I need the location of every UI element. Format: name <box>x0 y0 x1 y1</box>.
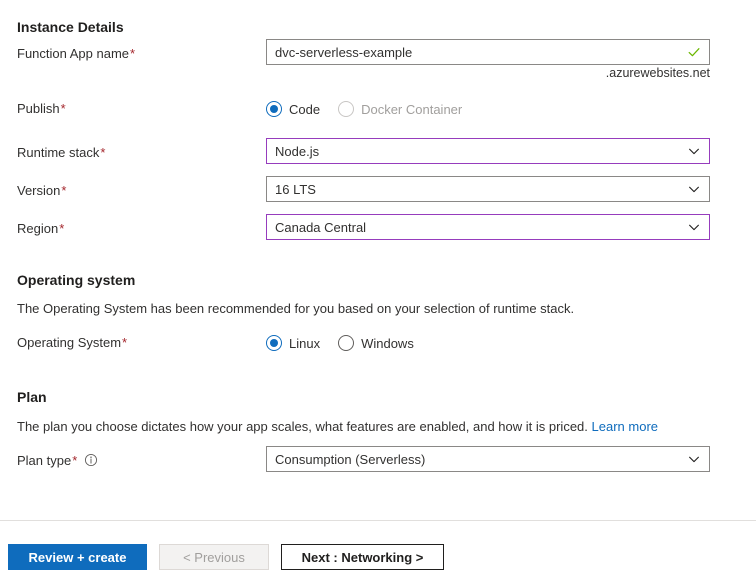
review-create-button[interactable]: Review + create <box>8 544 147 570</box>
row-runtime-stack: Runtime stack* Node.js <box>0 138 756 168</box>
operating-system-radio-group: Linux Windows <box>266 328 432 358</box>
row-plan-type: Plan type* Consumption (Serverless) <box>0 446 756 476</box>
runtime-stack-value: Node.js <box>275 143 320 159</box>
plan-type-dropdown[interactable]: Consumption (Serverless) <box>266 446 710 472</box>
label-version: Version* <box>17 176 66 206</box>
region-dropdown[interactable]: Canada Central <box>266 214 710 240</box>
chevron-down-icon <box>689 186 699 193</box>
runtime-stack-dropdown[interactable]: Node.js <box>266 138 710 164</box>
label-operating-system-text: Operating System <box>17 335 122 350</box>
radio-publish-code[interactable]: Code <box>266 101 320 117</box>
radio-button-windows[interactable] <box>338 335 355 351</box>
label-publish: Publish* <box>17 94 66 124</box>
radio-publish-docker-container: Docker Container <box>338 101 462 117</box>
radio-label-windows: Windows <box>361 335 414 351</box>
operating-system-description: The Operating System has been recommende… <box>17 301 575 316</box>
required-marker: * <box>60 101 66 116</box>
label-runtime-stack: Runtime stack* <box>17 138 105 168</box>
label-plan-type-text: Plan type <box>17 453 72 468</box>
radio-label-docker-container: Docker Container <box>361 101 463 117</box>
version-dropdown[interactable]: 16 LTS <box>266 176 710 202</box>
label-plan-type: Plan type* <box>17 446 98 476</box>
required-marker: * <box>59 221 65 236</box>
row-function-app-name: Function App name* <box>0 39 756 69</box>
previous-button: < Previous <box>159 544 269 570</box>
plan-description-wrap: The plan you choose dictates how your ap… <box>17 419 658 434</box>
row-region: Region* Canada Central <box>0 214 756 244</box>
learn-more-link[interactable]: Learn more <box>592 419 658 434</box>
footer-bar: Review + create < Previous Next : Networ… <box>0 521 756 579</box>
row-version: Version* 16 LTS <box>0 176 756 206</box>
required-marker: * <box>61 183 67 198</box>
function-app-name-field[interactable] <box>266 39 710 65</box>
next-networking-button[interactable]: Next : Networking > <box>281 544 444 570</box>
radio-button-docker-container <box>338 101 355 117</box>
required-marker: * <box>122 335 128 350</box>
label-runtime-stack-text: Runtime stack <box>17 145 100 160</box>
radio-os-windows[interactable]: Windows <box>338 335 414 351</box>
publish-radio-group: Code Docker Container <box>266 94 480 124</box>
check-icon <box>688 48 700 57</box>
row-publish: Publish* Code Docker Container <box>0 94 756 124</box>
app-name-domain-suffix: .azurewebsites.net <box>605 66 710 80</box>
label-publish-text: Publish <box>17 101 60 116</box>
label-region: Region* <box>17 214 64 244</box>
chevron-down-icon <box>689 224 699 231</box>
region-value: Canada Central <box>275 219 367 235</box>
required-marker: * <box>130 46 136 61</box>
row-operating-system: Operating System* Linux Windows <box>0 328 756 358</box>
section-heading-operating-system: Operating system <box>17 272 136 288</box>
info-icon[interactable] <box>84 453 98 467</box>
plan-description: The plan you choose dictates how your ap… <box>17 419 588 434</box>
plan-type-value: Consumption (Serverless) <box>275 451 426 467</box>
radio-label-linux: Linux <box>289 335 321 351</box>
section-heading-instance-details: Instance Details <box>17 19 124 35</box>
function-app-name-input[interactable] <box>275 44 687 60</box>
label-function-app-name: Function App name* <box>17 39 135 69</box>
form-area: Instance Details Function App name* .azu… <box>0 0 756 520</box>
radio-os-linux[interactable]: Linux <box>266 335 320 351</box>
required-marker: * <box>72 453 78 468</box>
label-operating-system: Operating System* <box>17 328 127 358</box>
required-marker: * <box>100 145 106 160</box>
chevron-down-icon <box>689 456 699 463</box>
label-version-text: Version <box>17 183 61 198</box>
radio-label-code: Code <box>289 101 321 117</box>
radio-button-code[interactable] <box>266 101 282 117</box>
section-heading-plan: Plan <box>17 389 47 405</box>
version-value: 16 LTS <box>275 181 316 197</box>
label-function-app-name-text: Function App name <box>17 46 130 61</box>
radio-button-linux[interactable] <box>266 335 282 351</box>
chevron-down-icon <box>689 148 699 155</box>
label-region-text: Region <box>17 221 59 236</box>
